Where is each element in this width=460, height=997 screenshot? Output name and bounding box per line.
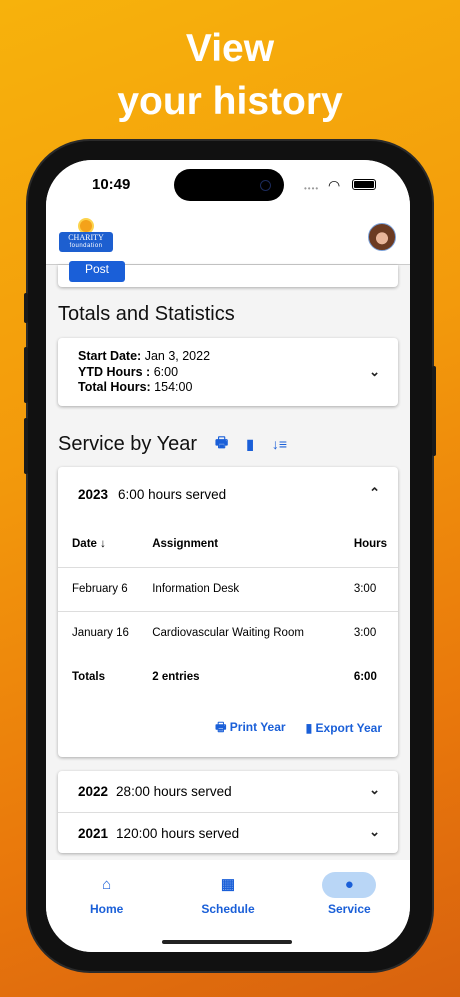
year-2022-row[interactable]: 2022 28:00 hours served ⌄ (58, 771, 398, 812)
calendar-icon: ▦ (220, 876, 236, 893)
home-indicator[interactable] (162, 940, 292, 944)
chevron-down-icon[interactable]: ⌄ (369, 364, 380, 380)
status-time: 10:49 (92, 176, 131, 193)
start-date-label: Start Date: (78, 349, 142, 363)
chevron-down-icon[interactable]: ⌄ (369, 824, 380, 840)
year-label: 2022 (78, 784, 109, 799)
scroll-content[interactable]: Post Totals and Statistics Start Date: J… (46, 261, 410, 853)
user-avatar[interactable] (368, 223, 396, 251)
nav-schedule[interactable]: ▦ Schedule (167, 860, 288, 952)
excel-export-icon: ▮ (305, 721, 316, 735)
app-screen: 10:49 •••• ◠ CHARITY foundation Post Tota… (46, 160, 410, 952)
post-button[interactable]: Post (69, 261, 125, 282)
cell-date: January 16 (72, 627, 129, 640)
totals-row: Totals 2 entries 6:00 (58, 655, 398, 699)
column-assignment: Assignment (152, 537, 219, 550)
year-summary: 28:00 hours served (116, 784, 232, 799)
logo-text: CHARITY (68, 233, 104, 242)
year-label: 2023 (78, 487, 109, 502)
collapsed-years: 2022 28:00 hours served ⌄ 2021 120:00 hours… (58, 771, 398, 853)
chevron-down-icon[interactable]: ⌄ (369, 782, 380, 798)
dynamic-island (174, 169, 284, 201)
year-summary: 6:00 hours served (118, 487, 227, 502)
promo-headline: View your history (0, 22, 460, 128)
year-label: 2021 (78, 826, 109, 841)
signal-icon: •••• (304, 184, 320, 193)
post-card: Post (58, 261, 398, 287)
table-row: January 16 Cardiovascular Waiting Room 3:0… (58, 611, 398, 655)
print-icon[interactable]: 🖶 (215, 432, 228, 456)
battery-icon (352, 179, 376, 190)
total-hours-label: Total Hours: (78, 380, 151, 394)
nav-service[interactable]: ● Service (289, 860, 410, 952)
year-summary: 120:00 hours served (116, 826, 240, 841)
cell-date: February 6 (72, 583, 128, 595)
app-bar: CHARITY foundation (46, 212, 410, 265)
export-year-label: Export Year (315, 721, 382, 735)
totals-card[interactable]: Start Date: Jan 3, 2022 YTD Hours : 6:00… (58, 338, 398, 406)
phone-side-button (432, 366, 436, 456)
logo-subtext: foundation (69, 243, 103, 249)
headline-line-1: View (185, 27, 275, 70)
clock-icon: ● (322, 872, 377, 898)
totals-title: Totals and Statistics (58, 303, 235, 325)
nav-schedule-label: Schedule (201, 902, 255, 916)
totals-label: Totals (72, 671, 106, 683)
print-icon: 🖶 (215, 719, 230, 734)
nav-home-label: Home (89, 902, 124, 916)
year-2023-header[interactable]: 2023 6:00 hours served ⌃ (58, 467, 398, 521)
sort-icon[interactable]: ↓≡ (272, 436, 287, 452)
totals-hours: 6:00 (353, 671, 377, 683)
cell-hours: 3:00 (353, 583, 377, 595)
service-title: Service by Year (58, 432, 197, 455)
cell-assignment: Cardiovascular Waiting Room (152, 627, 304, 640)
totals-entries: 2 entries (152, 671, 200, 683)
phone-side-button (24, 293, 28, 323)
nav-service-label: Service (327, 902, 371, 916)
column-date[interactable]: Date ↓ (58, 521, 152, 567)
column-hours: Hours (353, 537, 388, 550)
headline-line-2: your history (117, 80, 343, 123)
cell-assignment: Information Desk (152, 583, 240, 595)
bottom-nav: ⌂ Home ▦ Schedule ● Service (46, 860, 410, 952)
phone-side-button (24, 347, 28, 403)
status-bar: 10:49 •••• ◠ (46, 160, 410, 212)
table-row: February 6 Information Desk 3:00 (58, 567, 398, 611)
print-year-label: Print Year (229, 719, 286, 734)
start-date-value: Jan 3, 2022 (144, 349, 211, 363)
cell-hours: 3:00 (353, 627, 377, 640)
ytd-hours-value: 6:00 (153, 364, 179, 379)
export-year-button[interactable]: ▮ Export Year (306, 721, 382, 735)
charity-logo[interactable]: CHARITY foundation (59, 232, 113, 252)
total-hours-value: 154:00 (154, 380, 193, 394)
service-table: Date ↓ Assignment Hours February 6 Informat… (58, 521, 398, 699)
print-year-button[interactable]: 🖶 Print Year (215, 718, 285, 739)
wifi-icon: ◠ (328, 177, 341, 193)
nav-home[interactable]: ⌂ Home (46, 860, 167, 952)
chevron-up-icon[interactable]: ⌃ (369, 485, 380, 501)
ytd-hours-label: YTD Hours : (78, 364, 151, 379)
home-icon: ⌂ (102, 876, 112, 893)
excel-export-icon[interactable]: ▮ (246, 436, 254, 453)
phone-side-button (24, 418, 28, 474)
year-2023-panel: 2023 6:00 hours served ⌃ Date ↓ Assignment H… (58, 467, 398, 757)
sun-logo-icon (80, 220, 92, 232)
year-2021-row[interactable]: 2021 120:00 hours served ⌄ (58, 812, 398, 853)
